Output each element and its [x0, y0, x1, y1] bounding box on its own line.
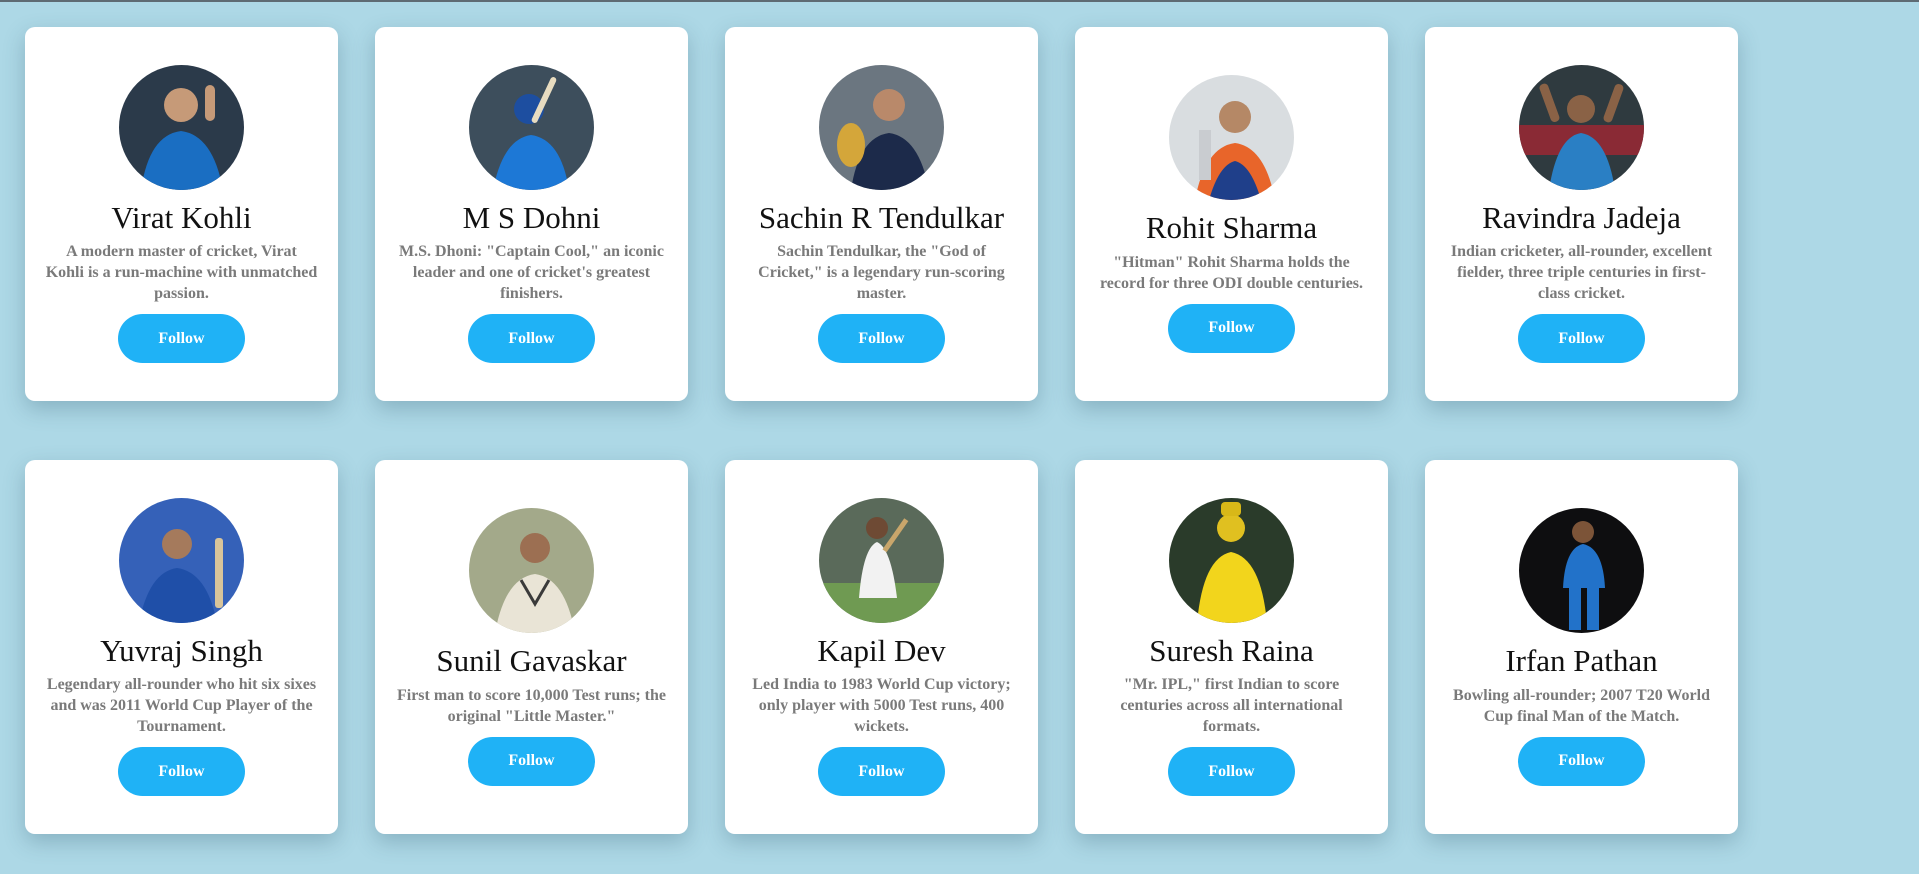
player-photo-icon — [469, 64, 594, 190]
player-card: Sunil Gavaskar First man to score 10,000… — [375, 460, 688, 834]
player-name: Suresh Raina — [1149, 632, 1314, 668]
player-photo-icon — [469, 508, 594, 634]
player-name: Rohit Sharma — [1145, 210, 1318, 246]
player-name: Irfan Pathan — [1505, 643, 1658, 679]
player-avatar — [819, 497, 944, 623]
player-avatar — [1519, 508, 1644, 634]
player-avatar — [119, 64, 244, 190]
player-avatar — [1519, 64, 1644, 190]
top-border — [0, 0, 1919, 2]
player-photo-icon — [119, 64, 244, 190]
follow-button[interactable]: Follow — [1518, 736, 1645, 786]
player-card: Sachin R Tendulkar Sachin Tendulkar, the… — [725, 27, 1038, 401]
player-name: Kapil Dev — [817, 632, 946, 668]
player-bio: A modern master of cricket, Virat Kohli … — [45, 243, 318, 303]
player-bio: M.S. Dhoni: "Captain Cool," an iconic le… — [399, 243, 664, 303]
player-photo-icon — [819, 497, 944, 623]
player-card: Virat Kohli A modern master of cricket, … — [25, 27, 338, 401]
player-name: Virat Kohli — [111, 199, 252, 235]
player-photo-icon — [1169, 75, 1294, 201]
player-name: Ravindra Jadeja — [1482, 199, 1681, 235]
follow-button[interactable]: Follow — [118, 314, 245, 364]
player-avatar — [469, 64, 594, 190]
player-card: Suresh Raina "Mr. IPL," first Indian to … — [1075, 460, 1388, 834]
player-card: M S Dohni M.S. Dhoni: "Captain Cool," an… — [375, 27, 688, 401]
player-photo-icon — [1519, 508, 1644, 634]
player-avatar — [1169, 75, 1294, 201]
follow-button[interactable]: Follow — [1518, 314, 1645, 364]
player-name: M S Dohni — [462, 199, 601, 235]
player-card: Yuvraj Singh Legendary all-rounder who h… — [25, 460, 338, 834]
follow-button[interactable]: Follow — [1168, 303, 1295, 353]
player-bio: Sachin Tendulkar, the "God of Cricket," … — [758, 243, 1005, 303]
follow-button[interactable]: Follow — [468, 736, 595, 786]
player-name: Yuvraj Singh — [100, 632, 263, 668]
player-card: Kapil Dev Led India to 1983 World Cup vi… — [725, 460, 1038, 834]
follow-button[interactable]: Follow — [118, 747, 245, 797]
player-bio: Led India to 1983 World Cup victory; onl… — [752, 676, 1011, 736]
player-card: Irfan Pathan Bowling all-rounder; 2007 T… — [1425, 460, 1738, 834]
player-photo-icon — [1169, 497, 1294, 623]
player-name: Sachin R Tendulkar — [758, 199, 1005, 235]
player-avatar — [819, 64, 944, 190]
player-avatar — [469, 508, 594, 634]
player-avatar — [119, 497, 244, 623]
follow-button[interactable]: Follow — [818, 314, 945, 364]
player-card: Ravindra Jadeja Indian cricketer, all-ro… — [1425, 27, 1738, 401]
player-photo-icon — [119, 497, 244, 623]
player-bio: "Mr. IPL," first Indian to score centuri… — [1120, 676, 1343, 736]
player-card: Rohit Sharma "Hitman" Rohit Sharma holds… — [1075, 27, 1388, 401]
player-avatar — [1169, 497, 1294, 623]
player-bio: Bowling all-rounder; 2007 T20 World Cup … — [1453, 686, 1710, 725]
player-photo-icon — [819, 64, 944, 190]
player-bio: Legendary all-rounder who hit six sixes … — [46, 676, 317, 736]
player-bio: "Hitman" Rohit Sharma holds the record f… — [1099, 253, 1364, 292]
player-bio: First man to score 10,000 Test runs; the… — [396, 686, 667, 725]
follow-button[interactable]: Follow — [818, 747, 945, 797]
player-bio: Indian cricketer, all-rounder, excellent… — [1450, 243, 1713, 303]
player-card-grid: Virat Kohli A modern master of cricket, … — [25, 27, 1738, 834]
player-name: Sunil Gavaskar — [436, 643, 627, 679]
player-photo-icon — [1519, 64, 1644, 190]
follow-button[interactable]: Follow — [468, 314, 595, 364]
follow-button[interactable]: Follow — [1168, 747, 1295, 797]
